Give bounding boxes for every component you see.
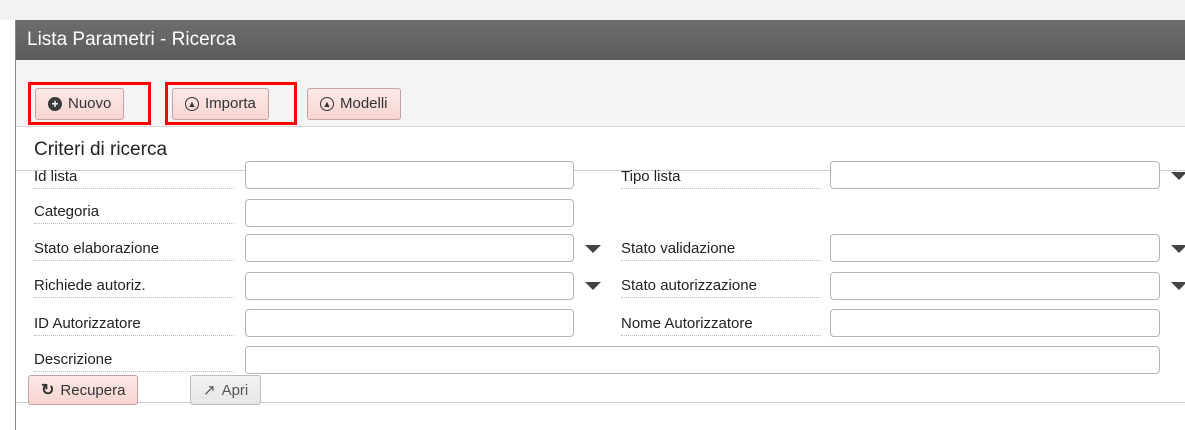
window-title: Lista Parametri - Ricerca: [16, 20, 1185, 60]
upload-circle-icon: ▲: [320, 97, 334, 111]
tipo-lista-chevron-down-icon[interactable]: [1171, 172, 1185, 180]
stato-elaborazione-label: Stato elaborazione: [34, 238, 234, 261]
tipo-lista-label: Tipo lista: [621, 166, 821, 189]
upload-circle-icon: ▲: [185, 97, 199, 111]
importa-button[interactable]: ▲ Importa: [172, 88, 269, 120]
apri-button[interactable]: ↗ Apri: [190, 375, 262, 405]
stato-autorizzazione-chevron-down-icon[interactable]: [1171, 282, 1185, 290]
section-title: Criteri di ricerca: [34, 139, 168, 160]
categoria-label: Categoria: [34, 201, 234, 224]
stato-validazione-select[interactable]: [830, 234, 1160, 262]
stato-autorizzazione-select[interactable]: [830, 272, 1160, 300]
refresh-icon: ↻: [41, 382, 55, 399]
top-strip: [0, 0, 1185, 20]
stato-validazione-label: Stato validazione: [621, 238, 821, 261]
search-panel: Lista Parametri - Ricerca + Nuovo ▲ Impo…: [15, 20, 1185, 430]
stato-validazione-chevron-down-icon[interactable]: [1171, 245, 1185, 253]
richiede-autoriz-select[interactable]: [245, 272, 574, 300]
descrizione-label: Descrizione: [34, 349, 234, 372]
id-autorizzatore-field[interactable]: [245, 309, 574, 337]
modelli-label: Modelli: [340, 95, 388, 112]
tipo-lista-select[interactable]: [830, 161, 1160, 189]
apri-label: Apri: [221, 381, 249, 399]
nome-autorizzatore-label: Nome Autorizzatore: [621, 313, 821, 336]
categoria-field[interactable]: [245, 199, 574, 227]
descrizione-field[interactable]: [245, 346, 1160, 374]
nuovo-button[interactable]: + Nuovo: [35, 88, 125, 120]
external-link-icon: ↗: [203, 382, 216, 399]
plus-circle-icon: +: [48, 97, 62, 111]
id-lista-field[interactable]: [245, 161, 574, 189]
modelli-button[interactable]: ▲ Modelli: [307, 88, 401, 120]
richiede-autoriz-chevron-down-icon[interactable]: [585, 282, 601, 290]
stato-autorizzazione-label: Stato autorizzazione: [621, 275, 821, 298]
nome-autorizzatore-field[interactable]: [830, 309, 1160, 337]
id-lista-label: Id lista: [34, 166, 234, 189]
id-autorizzatore-label: ID Autorizzatore: [34, 313, 234, 336]
stato-elaborazione-chevron-down-icon[interactable]: [585, 245, 601, 253]
recupera-label: Recupera: [60, 381, 126, 399]
stato-elaborazione-select[interactable]: [245, 234, 574, 262]
richiede-autoriz-label: Richiede autoriz.: [34, 275, 234, 298]
nuovo-label: Nuovo: [68, 95, 112, 112]
toolbar: + Nuovo ▲ Importa ▲ Modelli: [16, 60, 1185, 127]
recupera-button[interactable]: ↻ Recupera: [28, 375, 139, 405]
importa-label: Importa: [205, 95, 256, 112]
